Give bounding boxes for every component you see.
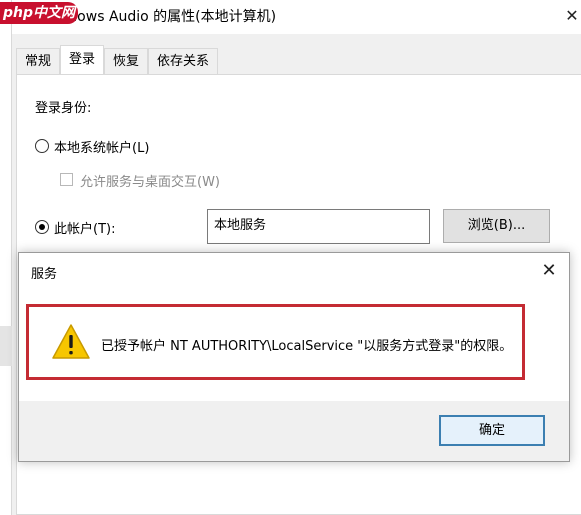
this-account-radio[interactable]: [35, 220, 49, 234]
properties-titlebar: Windows Audio 的属性(本地计算机) ✕: [12, 0, 581, 34]
browse-button[interactable]: 浏览(B)...: [443, 209, 550, 243]
logon-as-heading: 登录身份:: [35, 101, 92, 116]
tab-bar: 常规 登录 恢复 依存关系: [16, 45, 219, 74]
tab-dependencies[interactable]: 依存关系: [148, 48, 219, 74]
tab-general[interactable]: 常规: [16, 48, 61, 74]
tab-logon[interactable]: 登录: [60, 45, 105, 74]
this-account-label: 此帐户(T):: [54, 222, 116, 237]
dialog-footer: 确定: [19, 401, 569, 461]
allow-desktop-interact-checkbox[interactable]: [60, 173, 73, 186]
left-background-strip: [0, 0, 12, 515]
local-system-radio[interactable]: [35, 139, 49, 153]
services-message-dialog: 服务 ✕ 已授予帐户 NT AUTHORITY\LocalService "以服…: [18, 252, 570, 462]
ok-button[interactable]: 确定: [439, 415, 545, 446]
tab-recovery[interactable]: 恢复: [104, 48, 149, 74]
left-strip-selection: [0, 326, 12, 366]
allow-desktop-interact-label: 允许服务与桌面交互(W): [80, 175, 220, 190]
close-icon[interactable]: ✕: [560, 4, 581, 28]
dialog-close-icon[interactable]: ✕: [535, 258, 563, 284]
local-system-label: 本地系统帐户(L): [54, 141, 150, 156]
account-input[interactable]: 本地服务: [207, 209, 430, 244]
dialog-message: 已授予帐户 NT AUTHORITY\LocalService "以服务方式登录…: [101, 339, 513, 354]
screen: Windows Audio 的属性(本地计算机) ✕ php中文网 常规 登录 …: [0, 0, 581, 515]
watermark-logo: php中文网: [0, 2, 79, 24]
warning-icon: [52, 324, 90, 359]
dialog-title: 服务: [31, 267, 58, 282]
